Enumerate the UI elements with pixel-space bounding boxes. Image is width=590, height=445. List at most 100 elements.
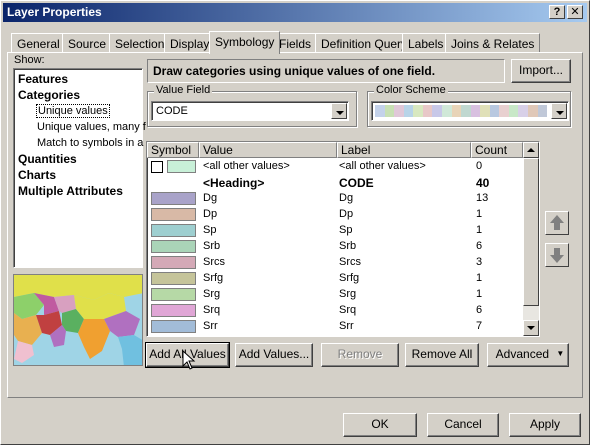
table-row[interactable]: Dg Dg 13: [147, 191, 523, 207]
table-row[interactable]: Dp Dp 1: [147, 207, 523, 223]
cell-count: 1: [476, 272, 483, 284]
tree-match-to-symbols[interactable]: Match to symbols in a: [37, 137, 143, 149]
tree-multiple-attributes[interactable]: Multiple Attributes: [18, 184, 123, 198]
cell-value: Srb: [203, 240, 221, 252]
add-values-button[interactable]: Add Values...: [235, 343, 313, 367]
cell-count: 0: [476, 160, 483, 172]
color-swatch: [528, 105, 538, 117]
color-swatch: [384, 105, 395, 117]
symbol-swatch[interactable]: [151, 272, 196, 285]
cell-label: CODE: [339, 176, 374, 190]
tab-labels[interactable]: Labels: [402, 33, 450, 53]
grid-scrollbar[interactable]: [523, 142, 539, 336]
close-button[interactable]: ✕: [567, 5, 583, 19]
cancel-button[interactable]: Cancel: [427, 413, 499, 437]
tree-features[interactable]: Features: [18, 72, 68, 86]
symbol-swatch[interactable]: [167, 160, 196, 173]
cell-count: 6: [476, 240, 483, 252]
col-header-label[interactable]: Label: [337, 142, 471, 158]
table-row[interactable]: Srfg Srfg 1: [147, 271, 523, 287]
move-up-button[interactable]: [545, 211, 569, 235]
cell-count: 3: [476, 256, 483, 268]
color-swatch: [499, 105, 509, 117]
table-row[interactable]: Srb Srb 6: [147, 239, 523, 255]
advanced-label: Advanced: [495, 347, 550, 361]
table-row[interactable]: Srr Srr 7: [147, 319, 523, 335]
table-row[interactable]: <all other values> <all other values> 0: [147, 159, 523, 175]
cell-value: Dg: [203, 192, 218, 204]
table-row[interactable]: Srcs Srcs 3: [147, 255, 523, 271]
col-header-value[interactable]: Value: [199, 142, 337, 158]
description-text: Draw categories using unique values of o…: [153, 64, 436, 78]
color-scheme-dropdown[interactable]: [371, 101, 569, 121]
title-bar[interactable]: Layer Properties ? ✕: [3, 3, 587, 22]
tree-quantities[interactable]: Quantities: [18, 152, 77, 166]
tab-source[interactable]: Source: [62, 33, 113, 53]
description-box: Draw categories using unique values of o…: [147, 59, 505, 83]
chevron-down-icon[interactable]: [551, 103, 567, 119]
cell-label: Dg: [339, 192, 354, 204]
tree-unique-values-many[interactable]: Unique values, many f: [37, 121, 146, 133]
apply-button[interactable]: Apply: [509, 413, 581, 437]
layer-properties-dialog: Layer Properties ? ✕ General Source Sele…: [0, 0, 590, 445]
cell-label: Srb: [339, 240, 357, 252]
map-preview-image: [13, 274, 143, 366]
value-field-value: CODE: [156, 105, 188, 117]
arrow-down-icon: [550, 248, 564, 263]
cell-count: 13: [476, 192, 489, 204]
table-row[interactable]: <Heading> CODE 40: [147, 175, 523, 191]
values-grid[interactable]: Symbol Value Label Count <all other valu…: [146, 141, 540, 337]
cell-label: Sp: [339, 224, 353, 236]
tab-selection[interactable]: Selection: [109, 33, 171, 53]
advanced-button[interactable]: Advanced ▼: [487, 343, 569, 367]
move-down-button[interactable]: [545, 243, 569, 267]
tree-categories[interactable]: Categories: [18, 88, 80, 102]
cell-value: Srfg: [203, 272, 224, 284]
ok-button[interactable]: OK: [343, 413, 417, 437]
table-row[interactable]: Sp Sp 1: [147, 223, 523, 239]
scroll-thumb[interactable]: [523, 158, 539, 306]
remove-all-button[interactable]: Remove All: [405, 343, 479, 367]
symbol-swatch[interactable]: [151, 224, 196, 237]
col-header-count[interactable]: Count: [471, 142, 523, 158]
cell-value: Sp: [203, 224, 217, 236]
color-swatch: [470, 105, 481, 117]
cell-value: Srq: [203, 304, 221, 316]
chevron-down-icon[interactable]: [331, 103, 347, 119]
tab-symbology[interactable]: Symbology: [209, 31, 281, 54]
symbol-swatch[interactable]: [151, 208, 196, 221]
remove-button[interactable]: Remove: [321, 343, 399, 367]
value-field-dropdown[interactable]: CODE: [151, 101, 349, 121]
cell-value: Srcs: [203, 256, 225, 268]
color-swatch: [518, 105, 528, 117]
symbol-swatch[interactable]: [151, 256, 196, 269]
tab-definition-query[interactable]: Definition Query: [315, 33, 414, 53]
color-swatch: [403, 105, 414, 117]
tree-charts[interactable]: Charts: [18, 168, 56, 182]
value-field-label: Value Field: [154, 84, 213, 96]
tab-general[interactable]: General: [11, 33, 66, 53]
symbol-checkbox[interactable]: [151, 161, 163, 173]
symbol-swatch[interactable]: [151, 240, 196, 253]
symbol-swatch[interactable]: [151, 288, 196, 301]
scroll-up-icon[interactable]: [523, 142, 539, 158]
import-button[interactable]: Import...: [511, 59, 571, 83]
dropdown-arrow-icon: ▼: [556, 349, 565, 358]
table-row[interactable]: Srq Srq 6: [147, 303, 523, 319]
color-swatch: [537, 105, 548, 117]
tree-unique-values[interactable]: Unique values: [36, 104, 110, 118]
cell-label: Dp: [339, 208, 354, 220]
table-row[interactable]: Srg Srg 1: [147, 287, 523, 303]
symbol-swatch[interactable]: [151, 320, 196, 333]
tab-display[interactable]: Display: [164, 33, 216, 53]
color-swatch: [375, 105, 385, 117]
help-button[interactable]: ?: [549, 5, 565, 19]
color-swatch: [413, 105, 423, 117]
col-header-symbol[interactable]: Symbol: [147, 142, 199, 158]
cell-value: Dp: [203, 208, 218, 220]
symbol-swatch[interactable]: [151, 192, 196, 205]
symbol-swatch[interactable]: [151, 304, 196, 317]
cell-value: <all other values>: [203, 160, 290, 172]
scroll-down-icon[interactable]: [523, 320, 539, 336]
tab-joins-relates[interactable]: Joins & Relates: [445, 33, 541, 53]
